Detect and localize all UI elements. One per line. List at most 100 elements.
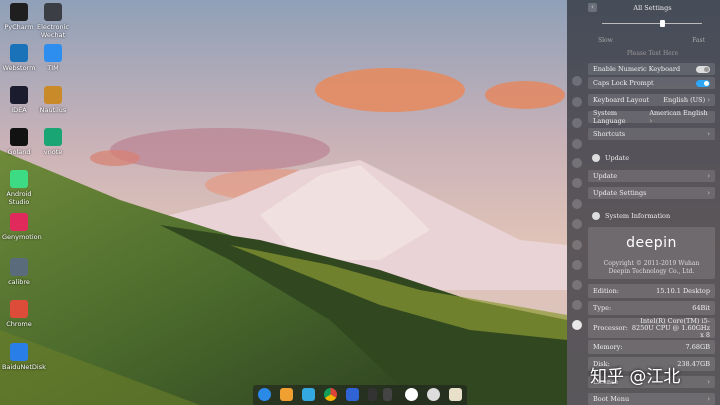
tim-icon [44,44,62,62]
chevron-right-icon: › [707,395,710,403]
system-info-row: Memory: 7.68GB [588,340,715,354]
desktop-icon-label: Chrome [6,320,32,328]
chrome-icon [10,300,28,318]
desktop-icon[interactable]: Chrome [2,300,36,328]
launcher-icon[interactable] [258,388,271,401]
android-studio-icon [10,170,28,188]
vnote-icon [44,128,62,146]
update-row[interactable]: Update › [588,170,715,182]
deepin-logo: deepin [626,235,677,251]
keyboard-layout-row[interactable]: Keyboard Layout English (US) › [588,94,715,106]
personalization-icon[interactable] [572,139,582,149]
desktop-icon-label: PyCharm [4,23,34,31]
update-settings-label: Update Settings [593,189,647,197]
files-icon[interactable] [280,388,293,401]
wechat-icon [44,3,62,21]
bluetooth-icon[interactable] [572,178,582,188]
slider-handle[interactable] [660,20,665,27]
numeric-keyboard-toggle[interactable] [696,65,710,73]
shortcuts-row[interactable]: Shortcuts › [588,128,715,140]
boot-menu-row[interactable]: Boot Menu › [588,393,715,405]
desktop-icon[interactable]: Electronic Wechat [36,3,70,39]
desktop-icon[interactable]: Webstorm [2,44,36,72]
wps-icon[interactable] [346,388,359,401]
chrome-icon[interactable] [324,388,337,401]
desktop-icon[interactable]: TIM [36,44,70,72]
genymotion-icon [10,213,28,231]
caps-lock-toggle[interactable] [696,79,710,87]
system-language-row[interactable]: System Language American English › [588,109,715,125]
store-icon[interactable] [302,388,315,401]
test-input[interactable]: Please Test Here [588,50,717,57]
system-info-row: Processor: Intel(R) Core(TM) i5-8250U CPU… [588,316,715,339]
desktop-icon[interactable]: vnote [36,128,70,156]
keyboard-layout-value: English (US) [663,96,706,104]
chevron-right-icon: › [707,172,710,180]
info-value: 64Bit [692,303,710,312]
numeric-keyboard-row: Enable Numeric Keyboard [588,63,715,75]
slider-min-label: Slow [598,37,613,44]
settings-icon[interactable] [427,388,440,401]
display-icon[interactable] [572,97,582,107]
desktop-icon-label: Electronic Wechat [36,23,70,39]
slider-max-label: Fast [692,37,705,44]
power-icon[interactable] [405,388,418,401]
power-icon[interactable] [572,240,582,250]
datetime-icon[interactable] [572,219,582,229]
desktop-icon-label: Goland [7,148,31,156]
terminal-icon[interactable] [368,388,377,401]
desktop-icon[interactable]: PyCharm [2,3,36,31]
default-apps-icon[interactable] [572,118,582,128]
shortcuts-label: Shortcuts [593,130,626,138]
desktop-icon-label: Nautilus [39,106,67,114]
desktop-icon[interactable]: Genymotion [2,213,42,241]
desktop-icon[interactable]: calibre [2,258,36,286]
info-key: Type: [593,304,612,312]
chevron-right-icon: › [707,96,710,104]
deepin-icon[interactable] [383,388,392,401]
baidunetdisk-icon [10,343,28,361]
desktop-icon[interactable]: IDEA [2,86,36,114]
idea-icon [10,86,28,104]
info-key: Edition: [593,287,619,295]
desktop-icon-label: BaiduNetDisk [2,363,46,371]
system-info-icon[interactable] [572,320,582,330]
update-settings-row[interactable]: Update Settings › [588,187,715,199]
desktop-icon-label: calibre [8,278,30,286]
keyboard-layout-label: Keyboard Layout [593,96,650,104]
desktop-icon-label: TIM [47,64,59,72]
system-language-value: American English [649,109,708,117]
system-info-row: Edition: 15.10.1 Desktop [588,284,715,298]
chevron-right-icon: › [707,378,710,386]
repeat-rate-slider[interactable] [602,20,702,27]
info-value: Intel(R) Core(TM) i5-8250U CPU @ 1.60GHz… [631,316,710,339]
copyright-text: Copyright © 2011-2019 Wuhan Deepin Techn… [603,260,700,275]
desktop-icon[interactable]: Goland [2,128,36,156]
desktop-icon-label: Android Studio [6,190,32,206]
chevron-right-icon: › [707,189,710,197]
desktop-icon[interactable]: Nautilus [36,86,70,114]
update-icon[interactable] [572,300,582,310]
info-value: 15.10.1 Desktop [656,286,710,295]
sound-icon[interactable] [572,199,582,209]
network-icon[interactable] [572,158,582,168]
desktop-icon[interactable]: BaiduNetDisk [2,343,46,371]
caps-lock-label: Caps Lock Prompt [593,79,654,87]
update-label: Update [593,172,618,180]
desktop-icon-label: Genymotion [2,233,42,241]
desktop-icon-label: Webstorm [2,64,36,72]
accounts-icon[interactable] [572,76,582,86]
chevron-right-icon: › [707,130,710,138]
dock [253,385,467,405]
goland-icon [10,128,28,146]
boot-menu-label: Boot Menu [593,395,630,403]
system-info-section-title: System Information [605,212,671,220]
desktop-icon-label: IDEA [11,106,27,114]
trash-icon[interactable] [449,388,462,401]
desktop-icon[interactable]: Android Studio [2,170,36,206]
system-language-label: System Language [593,109,626,125]
calibre-icon [10,258,28,276]
keyboard-icon[interactable] [572,280,582,290]
update-section-header: Update [592,154,629,162]
mouse-icon[interactable] [572,260,582,270]
